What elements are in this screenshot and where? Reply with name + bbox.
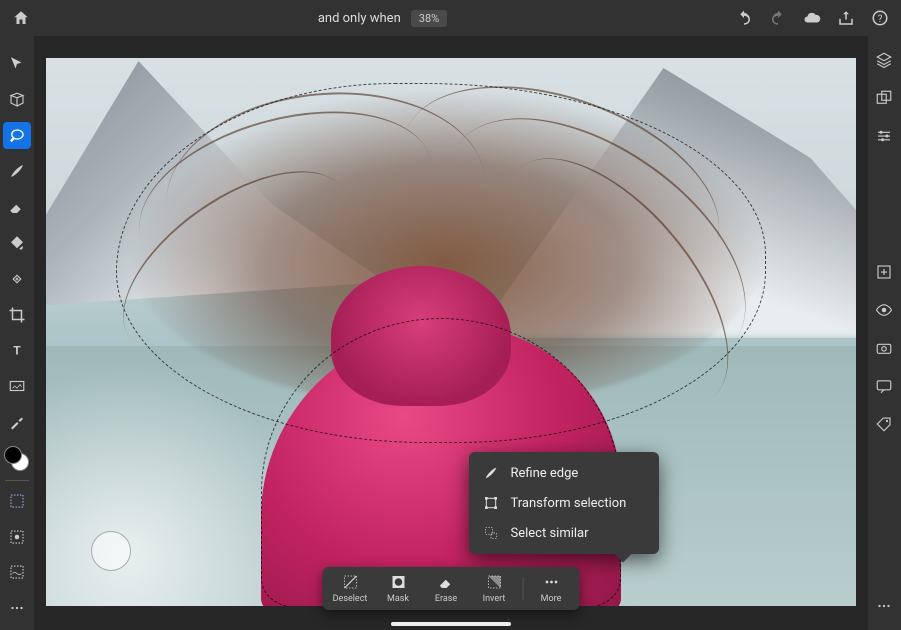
select-similar-menu-item[interactable]: Select similar bbox=[469, 518, 659, 548]
transform-icon bbox=[483, 495, 499, 511]
select-subject-subtool-icon[interactable] bbox=[3, 523, 31, 551]
toolbar-divider bbox=[5, 480, 29, 481]
color-swatches[interactable] bbox=[6, 448, 28, 470]
eraser-tool-icon[interactable] bbox=[3, 193, 31, 221]
select-similar-icon bbox=[483, 525, 499, 541]
action-label: Deselect bbox=[333, 594, 368, 604]
layer-properties-icon[interactable] bbox=[874, 88, 894, 108]
deselect-button[interactable]: Deselect bbox=[326, 573, 374, 604]
redo-icon[interactable] bbox=[769, 9, 787, 27]
lasso-tool-icon[interactable] bbox=[3, 122, 31, 150]
erase-button[interactable]: Erase bbox=[422, 573, 470, 604]
action-label: Mask bbox=[387, 594, 409, 604]
mask-icon bbox=[389, 573, 407, 591]
eyedropper-tool-icon[interactable] bbox=[3, 408, 31, 436]
action-label: Erase bbox=[435, 594, 457, 604]
cloud-icon[interactable] bbox=[803, 9, 821, 27]
invert-icon bbox=[485, 573, 503, 591]
quick-select-subtool-icon[interactable] bbox=[3, 487, 31, 515]
action-label: More bbox=[541, 594, 562, 604]
select-sky-subtool-icon[interactable] bbox=[3, 558, 31, 586]
menu-item-label: Transform selection bbox=[511, 496, 627, 511]
more-tools-icon[interactable] bbox=[3, 594, 31, 622]
more-context-menu: Refine edge Transform selection Select s… bbox=[469, 452, 659, 554]
adjustments-icon[interactable] bbox=[874, 126, 894, 146]
fill-tool-icon[interactable] bbox=[3, 229, 31, 257]
refine-edge-menu-item[interactable]: Refine edge bbox=[469, 458, 659, 488]
tag-icon[interactable] bbox=[874, 414, 894, 434]
invert-button[interactable]: Invert bbox=[470, 573, 518, 604]
undo-icon[interactable] bbox=[735, 9, 753, 27]
zoom-level-badge[interactable]: 38% bbox=[411, 10, 447, 27]
more-icon bbox=[542, 573, 560, 591]
mask-button[interactable]: Mask bbox=[374, 573, 422, 604]
more-panels-icon[interactable] bbox=[874, 596, 894, 616]
transform-selection-menu-item[interactable]: Transform selection bbox=[469, 488, 659, 518]
comments-icon[interactable] bbox=[874, 376, 894, 396]
share-icon[interactable] bbox=[837, 9, 855, 27]
action-label: Invert bbox=[483, 594, 506, 604]
brush-size-indicator bbox=[91, 531, 131, 571]
healing-tool-icon[interactable] bbox=[3, 265, 31, 293]
snapshot-icon[interactable] bbox=[874, 338, 894, 358]
transform-tool-icon[interactable] bbox=[3, 86, 31, 114]
canvas[interactable] bbox=[46, 58, 856, 606]
more-button[interactable]: More bbox=[527, 573, 575, 604]
document-title: and only when bbox=[318, 11, 401, 26]
help-icon[interactable]: ? bbox=[871, 9, 889, 27]
add-icon[interactable] bbox=[874, 262, 894, 282]
layers-panel-icon[interactable] bbox=[874, 50, 894, 70]
deselect-icon bbox=[341, 573, 359, 591]
move-tool-icon[interactable] bbox=[3, 50, 31, 78]
foreground-color-swatch[interactable] bbox=[4, 446, 22, 464]
svg-text:T: T bbox=[13, 344, 21, 358]
menu-item-label: Refine edge bbox=[511, 466, 579, 481]
visibility-icon[interactable] bbox=[874, 300, 894, 320]
crop-tool-icon[interactable] bbox=[3, 301, 31, 329]
place-image-tool-icon[interactable] bbox=[3, 372, 31, 400]
brush-tool-icon[interactable] bbox=[3, 157, 31, 185]
home-indicator bbox=[391, 622, 511, 626]
svg-text:?: ? bbox=[878, 14, 883, 25]
home-icon[interactable] bbox=[12, 9, 30, 27]
menu-item-label: Select similar bbox=[511, 526, 589, 541]
type-tool-icon[interactable]: T bbox=[3, 337, 31, 365]
erase-icon bbox=[437, 573, 455, 591]
selection-action-bar: Deselect Mask Erase Invert More bbox=[322, 567, 579, 610]
action-separator bbox=[522, 577, 523, 600]
brush-icon bbox=[483, 465, 499, 481]
